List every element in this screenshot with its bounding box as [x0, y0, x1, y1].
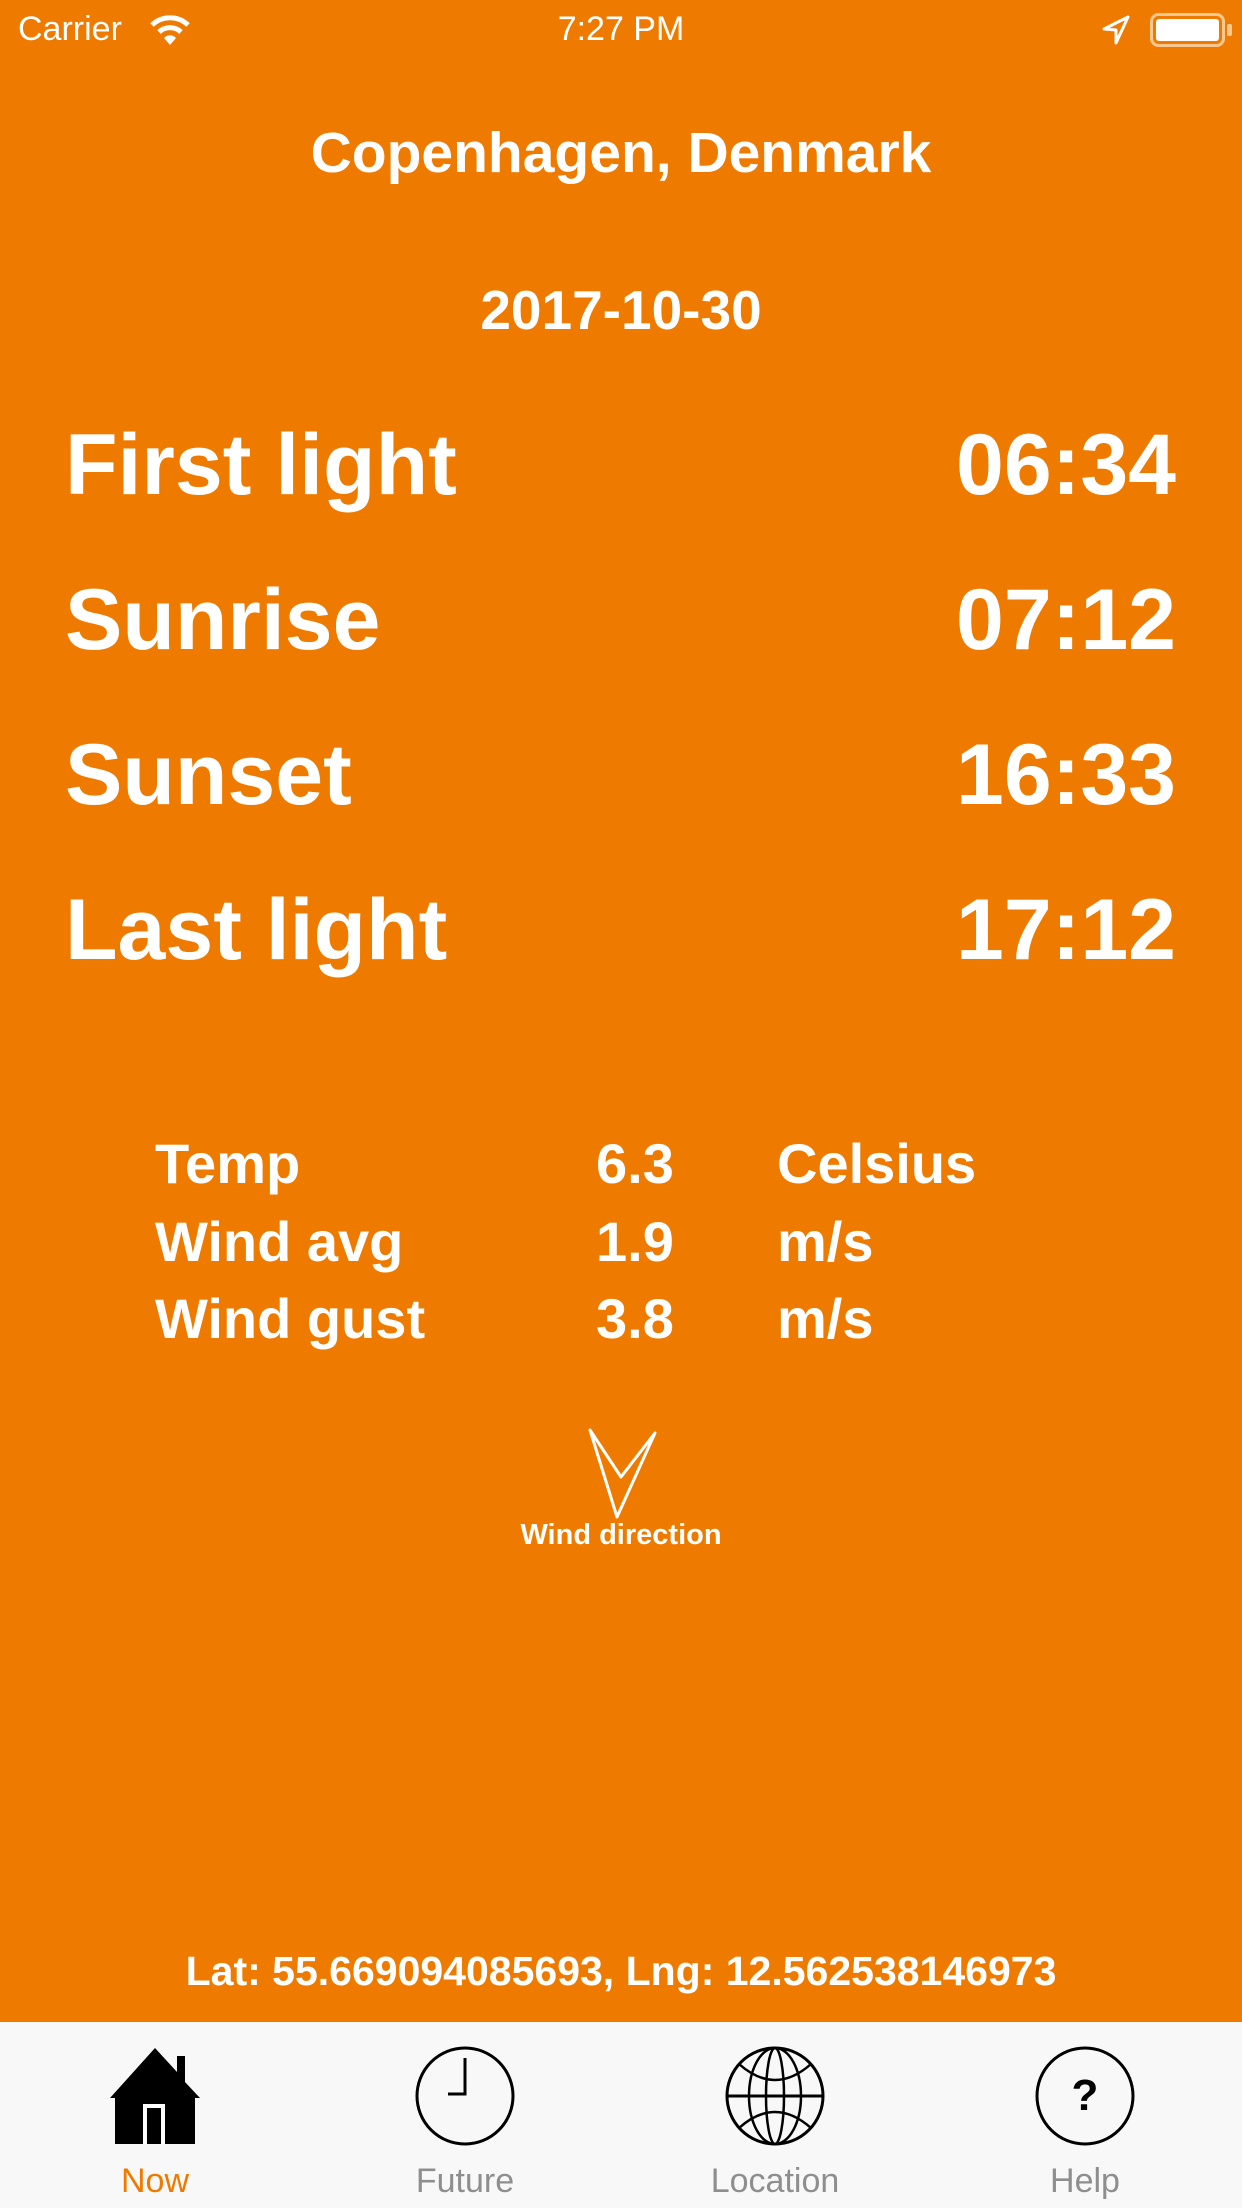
weather-value: 1.9: [596, 1210, 674, 1273]
sun-row-last-light: Last light 17:12: [65, 881, 1176, 980]
date-label: 2017-10-30: [480, 279, 762, 341]
sun-time: 16:33: [956, 727, 1176, 823]
battery-icon: [1150, 13, 1232, 47]
weather-value: 6.3: [596, 1132, 674, 1195]
wind-direction-label: Wind direction: [520, 1519, 722, 1551]
tab-future[interactable]: Future: [310, 2022, 620, 2208]
tab-bar: Now Future Location ? Help: [0, 2022, 1242, 2208]
sun-label: Sunset: [65, 727, 352, 823]
weather-label: Wind gust: [155, 1287, 426, 1350]
sun-row-first-light: First light 06:34: [65, 416, 1176, 515]
weather-unit: Celsius: [777, 1132, 977, 1195]
clock-icon: [415, 2046, 515, 2146]
weather-value: 3.8: [596, 1287, 674, 1350]
weather-label: Wind avg: [155, 1210, 404, 1273]
tab-label: Help: [1050, 2162, 1120, 2200]
help-icon: ?: [1035, 2046, 1135, 2146]
globe-icon: [725, 2046, 825, 2146]
weather-row-wind-gust: Wind gust 3.8 m/s: [0, 1286, 1242, 1356]
status-time: 7:27 PM: [557, 10, 685, 48]
tab-label: Future: [415, 2162, 515, 2200]
tab-label: Location: [710, 2162, 840, 2200]
wind-direction-arrow-icon: [588, 1428, 657, 1519]
weather-label: Temp: [155, 1132, 301, 1195]
tab-help[interactable]: ? Help: [930, 2022, 1240, 2208]
sun-label: Last light: [65, 882, 448, 978]
sun-time: 06:34: [956, 417, 1176, 513]
tab-now[interactable]: Now: [0, 2022, 310, 2208]
location-title: Copenhagen, Denmark: [310, 121, 932, 185]
tab-label: Now: [120, 2162, 190, 2200]
sun-row-sunset: Sunset 16:33: [65, 726, 1176, 825]
house-icon: [110, 2048, 200, 2144]
svg-text:?: ?: [1072, 2071, 1099, 2120]
sun-time: 07:12: [956, 572, 1176, 668]
sun-time: 17:12: [956, 882, 1176, 978]
sun-label: First light: [65, 417, 457, 513]
weather-unit: m/s: [777, 1210, 874, 1273]
weather-row-temp: Temp 6.3 Celsius: [0, 1131, 1242, 1201]
weather-unit: m/s: [777, 1287, 874, 1350]
sun-row-sunrise: Sunrise 07:12: [65, 571, 1176, 670]
coordinates-label: Lat: 55.669094085693, Lng: 12.5625381469…: [185, 1948, 1057, 1994]
tab-location[interactable]: Location: [620, 2022, 930, 2208]
weather-row-wind-avg: Wind avg 1.9 m/s: [0, 1209, 1242, 1279]
status-bar: Carrier 7:27 PM: [0, 0, 1242, 60]
sun-label: Sunrise: [65, 572, 381, 668]
location-arrow-icon: [1102, 15, 1130, 45]
